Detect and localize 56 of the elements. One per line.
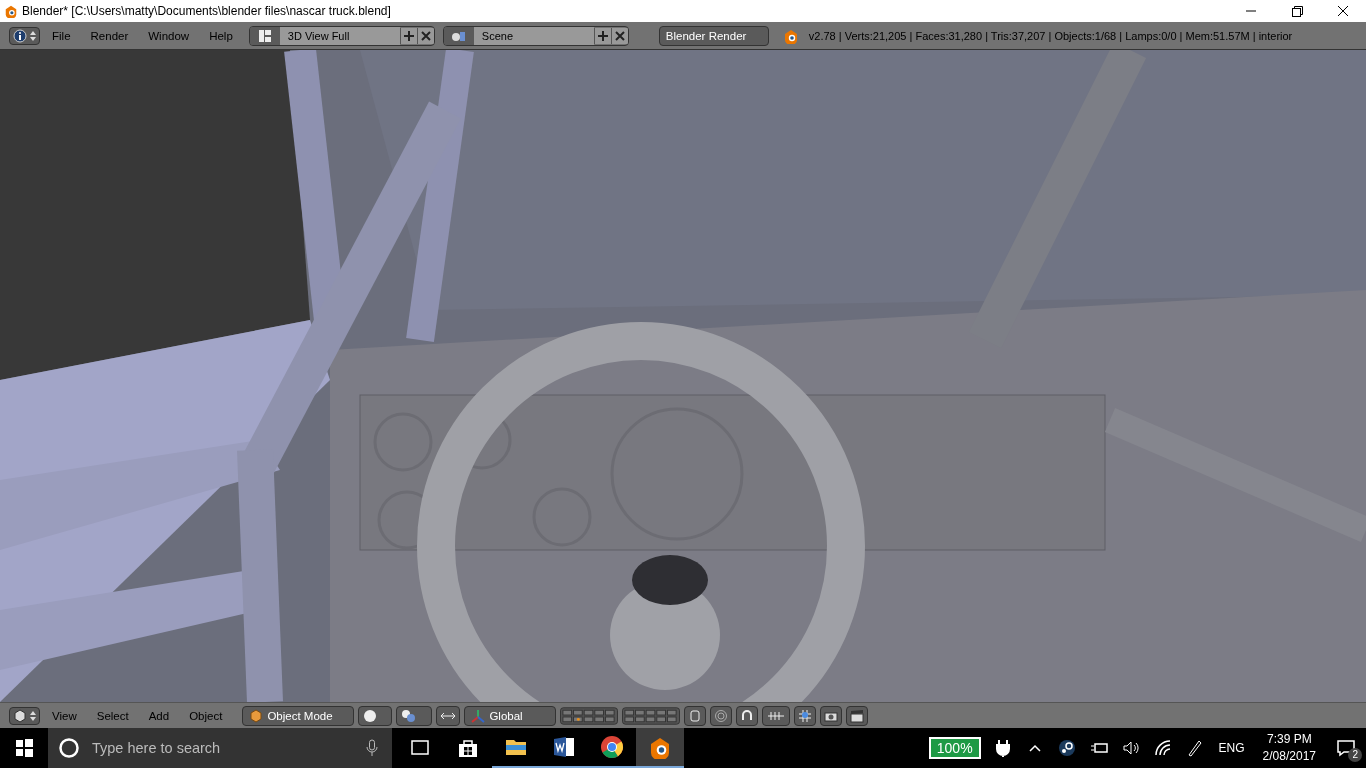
proportional-edit-button[interactable] [710,705,733,726]
snap-button[interactable] [736,705,759,726]
editor-type-button[interactable] [9,26,40,45]
render-engine-dropdown[interactable]: Blender Render [658,25,769,46]
mode-dropdown[interactable]: Object Mode [242,705,355,726]
menu-item[interactable]: View [44,709,85,722]
magnet-icon [740,708,755,723]
window-title: Blender* [C:\Users\matty\Documents\blender files\nascar truck.blend] [22,4,391,18]
menu-item[interactable]: Select [88,709,137,722]
search-field[interactable]: Type here to search [48,728,392,768]
pivot-icon [401,708,418,723]
language-indicator[interactable]: ENG [1218,741,1245,755]
cube-icon [13,708,27,723]
notification-icon[interactable] [1336,738,1356,758]
orientation-dropdown[interactable]: Global [464,705,557,726]
info-icon [13,28,27,43]
clapperboard-icon [850,708,865,723]
render-animation-button[interactable] [846,705,869,726]
clock-date[interactable]: 2/08/2017 [1262,748,1316,765]
clock-time[interactable]: 7:39 PM [1266,731,1312,748]
menu-item[interactable]: Help [201,29,241,42]
grid-target-icon [798,708,813,723]
shading-dropdown[interactable] [358,705,393,726]
search-field[interactable]: Type here to search [90,739,356,757]
menu-item[interactable]: Render [82,29,137,42]
battery-percentage: 100% [928,737,981,759]
render-image-button[interactable] [820,705,843,726]
pivot-dropdown[interactable] [396,705,433,726]
document-w-icon [552,735,576,759]
notification-count: 2 [1348,748,1362,762]
axes-icon [471,708,486,723]
manipulator-button[interactable] [436,705,461,726]
ring-icon [714,708,729,723]
taskbar-app-button[interactable] [636,728,684,768]
wifi-icon[interactable] [1152,738,1173,758]
menu-item[interactable]: File [44,29,79,42]
blender-logo-icon [4,4,18,18]
cortana-circle-icon [58,737,80,759]
snap-target-button[interactable] [794,705,817,726]
lock-icon [688,708,703,723]
menu-item[interactable]: Window [140,29,198,42]
browser-icon [600,735,624,759]
scene-statistics: v2.78 | Verts:21,205 | Faces:31,280 | Tris:37,207 | Objects:1/68 | Lamps:0/0 | Mem:51.57M | interior [808,29,1293,42]
sphere-icon [363,708,378,723]
menu-item[interactable]: Add [140,709,178,722]
microphone-icon[interactable] [366,739,378,757]
blender-logo-icon [782,27,799,44]
lock-button[interactable] [684,705,707,726]
cube-icon [249,708,264,723]
editor-type-button[interactable] [9,706,40,725]
snap-element-button[interactable] [762,705,791,726]
steam-icon[interactable] [1056,738,1077,758]
up-down-arrows-icon [30,709,36,722]
menu-item[interactable]: Object [181,709,231,722]
blender-logo-icon [648,735,672,759]
up-down-arrows-icon [30,29,36,42]
